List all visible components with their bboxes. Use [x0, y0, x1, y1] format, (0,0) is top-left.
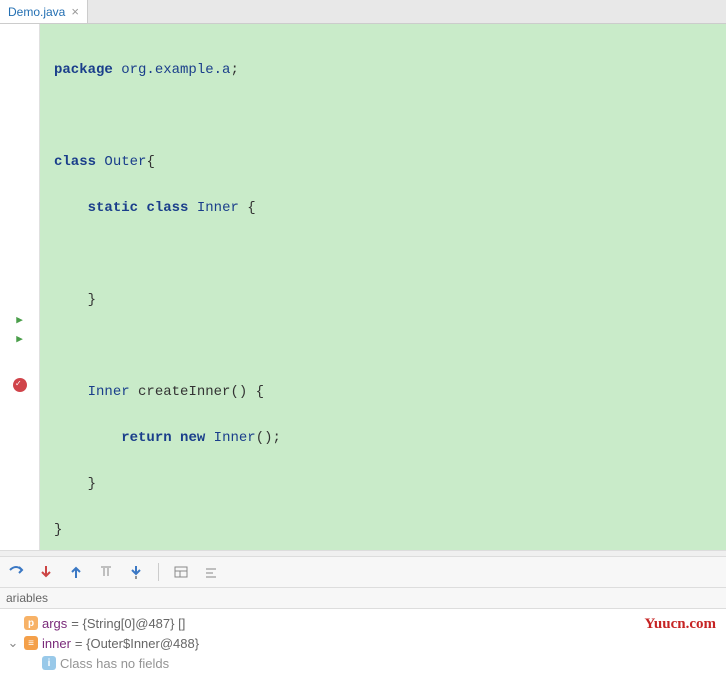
close-icon[interactable]: ×	[71, 4, 79, 19]
tab-filename: Demo.java	[8, 5, 65, 19]
run-method-icon[interactable]: ▶	[16, 335, 23, 346]
tab-bar: Demo.java ×	[0, 0, 726, 24]
breakpoint-icon[interactable]	[13, 378, 27, 392]
step-into-icon[interactable]	[38, 564, 54, 580]
variable-row: i Class has no fields	[6, 653, 720, 673]
run-to-cursor-icon[interactable]	[128, 564, 144, 580]
step-out-icon[interactable]	[68, 564, 84, 580]
run-class-icon[interactable]: ▶	[16, 316, 23, 327]
toolbar-separator	[158, 563, 159, 581]
gutter: ▶ ▶	[0, 24, 40, 550]
variables-tab[interactable]: ariables	[0, 588, 726, 609]
collapse-icon[interactable]: ⌄	[6, 635, 20, 651]
debug-toolbar	[0, 556, 726, 588]
code-area[interactable]: package org.example.a; class Outer{ stat…	[40, 24, 726, 550]
object-icon: ≡	[24, 636, 38, 650]
param-icon: p	[24, 616, 38, 630]
file-tab[interactable]: Demo.java ×	[0, 0, 88, 23]
editor: ▶ ▶ − − − − − package org.example.a; cla…	[0, 24, 726, 550]
step-over-icon[interactable]	[8, 564, 24, 580]
variable-row[interactable]: ⌄ ≡ inner = {Outer$Inner@488}	[6, 633, 720, 653]
variable-row[interactable]: p args = {String[0]@487} []	[6, 613, 720, 633]
drop-frame-icon[interactable]	[98, 564, 114, 580]
evaluate-icon[interactable]	[173, 564, 189, 580]
watermark: Yuucn.com	[644, 616, 716, 633]
variables-panel: p args = {String[0]@487} [] ⌄ ≡ inner = …	[0, 609, 726, 677]
trace-icon[interactable]	[203, 564, 219, 580]
info-icon: i	[42, 656, 56, 670]
